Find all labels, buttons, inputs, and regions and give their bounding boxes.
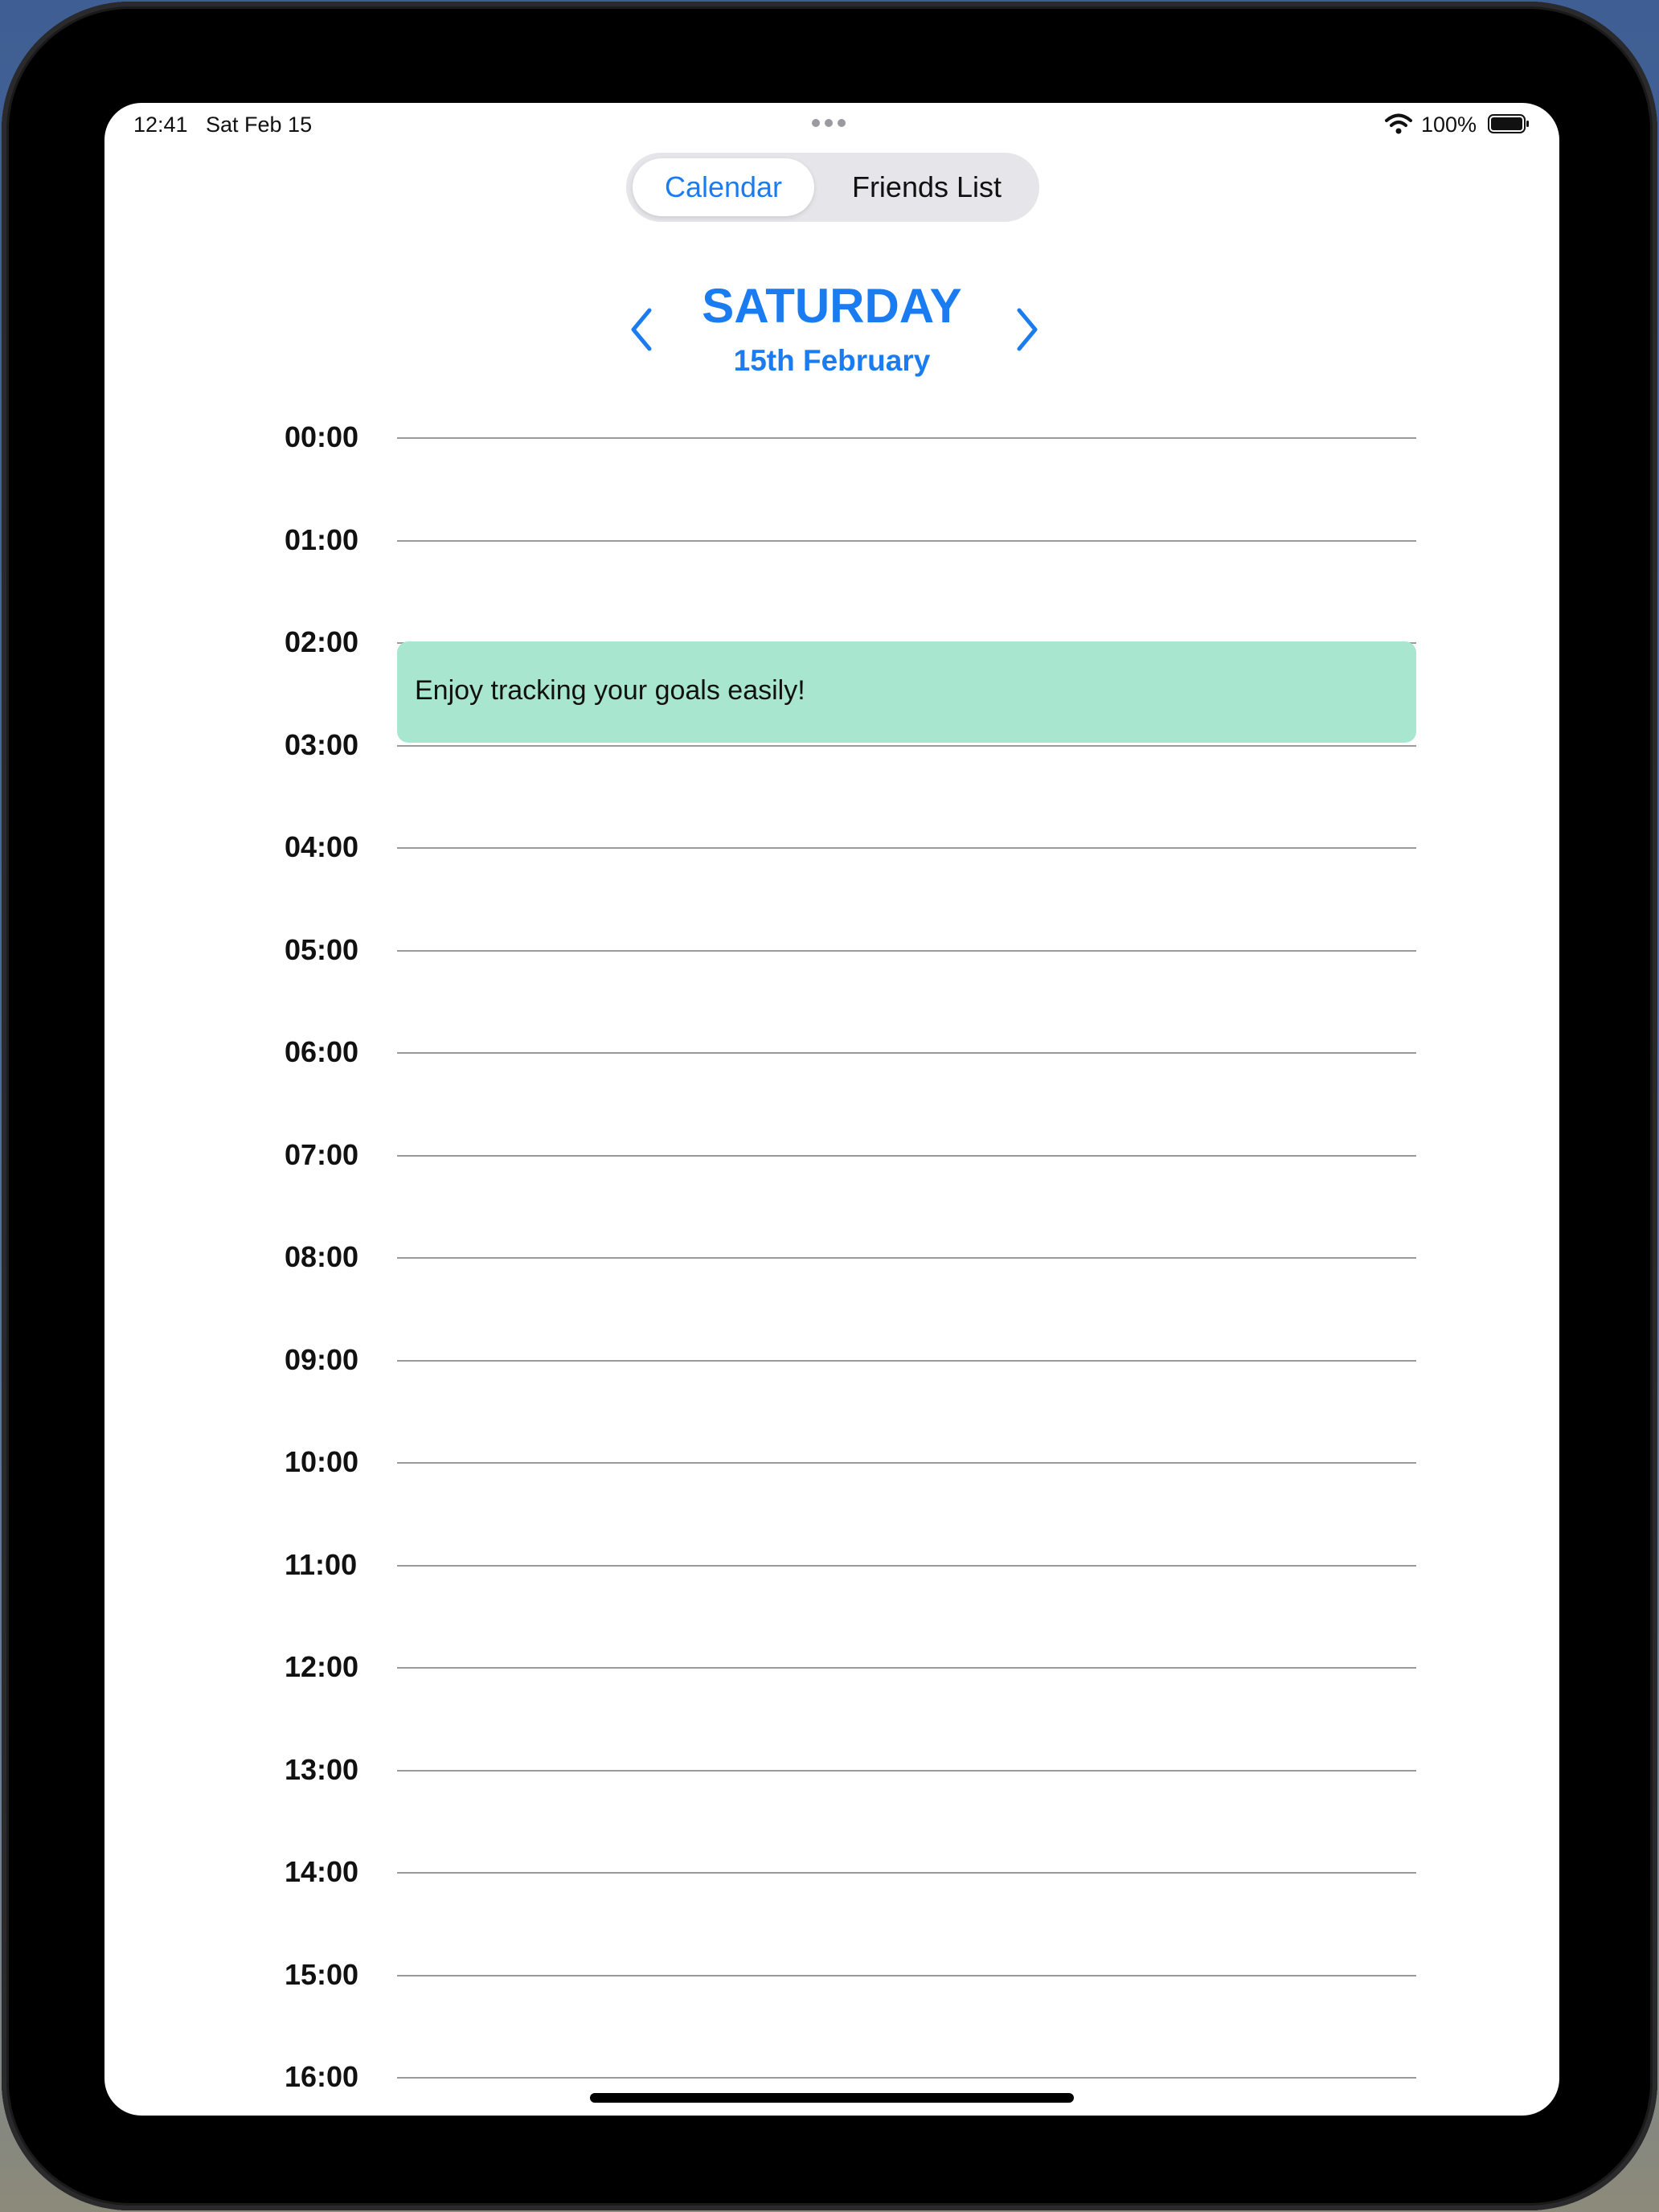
hour-divider — [397, 847, 1416, 849]
hour-row: 00:00 — [104, 420, 1559, 469]
hour-label: 11:00 — [285, 1547, 358, 1581]
hour-label: 13:00 — [285, 1752, 359, 1786]
hour-label: 02:00 — [285, 625, 359, 658]
hour-divider — [397, 1667, 1416, 1669]
hour-label: 01:00 — [285, 522, 359, 556]
hour-row: 15:00 — [104, 1958, 1559, 2007]
hour-divider — [397, 1257, 1416, 1259]
hour-row: 11:00 — [104, 1548, 1559, 1597]
hour-divider — [397, 1154, 1416, 1157]
hour-label: 08:00 — [285, 1240, 359, 1273]
hour-label: 04:00 — [285, 830, 359, 863]
hour-row: 06:00 — [104, 1035, 1559, 1084]
hour-divider — [397, 1564, 1416, 1567]
hour-label: 00:00 — [285, 420, 359, 453]
hour-label: 07:00 — [285, 1137, 359, 1171]
hour-row: 07:00 — [104, 1138, 1559, 1187]
hour-label: 03:00 — [285, 727, 359, 761]
device-frame: 12:41 Sat Feb 15 100% Calendar Friends L… — [2, 2, 1657, 2210]
hour-divider — [397, 744, 1416, 747]
hour-label: 12:00 — [285, 1650, 359, 1683]
hour-label: 15:00 — [285, 1957, 359, 1991]
hour-row: 01:00 — [104, 523, 1559, 572]
hour-label: 10:00 — [285, 1445, 359, 1478]
calendar-event[interactable]: Enjoy tracking your goals easily! — [397, 641, 1416, 743]
hour-label: 14:00 — [285, 1855, 359, 1888]
hour-row: 04:00 — [104, 830, 1559, 879]
home-indicator[interactable] — [590, 2093, 1074, 2103]
app-screen: 12:41 Sat Feb 15 100% Calendar Friends L… — [104, 103, 1559, 2116]
hour-divider — [397, 539, 1416, 542]
hour-row: 10:00 — [104, 1445, 1559, 1494]
hour-divider — [397, 1359, 1416, 1362]
hour-row: 13:00 — [104, 1753, 1559, 1802]
hour-row: 03:00 — [104, 728, 1559, 777]
hour-divider — [397, 1974, 1416, 1976]
hour-divider — [397, 2077, 1416, 2079]
hour-divider — [397, 949, 1416, 952]
hour-row: 14:00 — [104, 1855, 1559, 1904]
hour-label: 09:00 — [285, 1342, 359, 1376]
hour-row: 08:00 — [104, 1240, 1559, 1289]
hour-row: 05:00 — [104, 933, 1559, 982]
hour-divider — [397, 1872, 1416, 1874]
hour-divider — [397, 1462, 1416, 1464]
hour-label: 05:00 — [285, 932, 359, 966]
hour-label: 16:00 — [285, 2060, 359, 2093]
hour-divider — [397, 437, 1416, 439]
hour-row: 12:00 — [104, 1650, 1559, 1699]
hour-divider — [397, 1052, 1416, 1054]
day-timeline[interactable]: 00:00 01:00 02:00 03:00 04:00 05:00 06:00 07:00… — [104, 103, 1559, 2116]
event-title: Enjoy tracking your goals easily! — [415, 675, 805, 706]
hour-label: 06:00 — [285, 1035, 359, 1068]
hour-row: 09:00 — [104, 1343, 1559, 1392]
hour-divider — [397, 1769, 1416, 1772]
